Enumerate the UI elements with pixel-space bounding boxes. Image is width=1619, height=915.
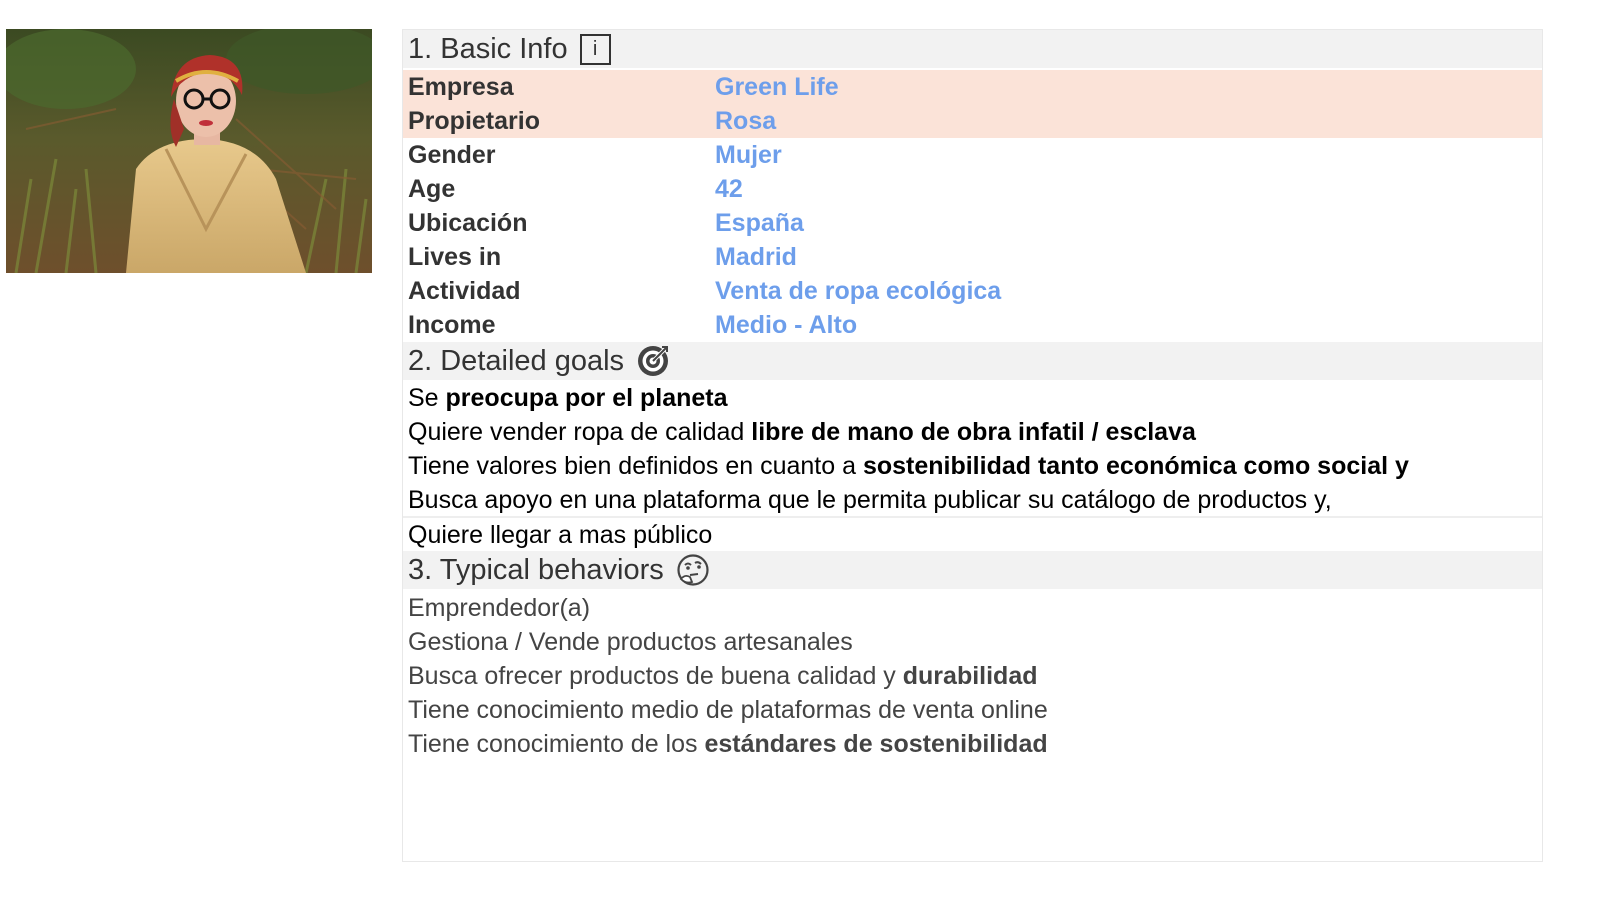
info-row-empresa: Empresa Green Life <box>403 70 1542 104</box>
behavior-line: Gestiona / Vende productos artesanales <box>408 628 853 656</box>
row-value: Venta de ropa ecológica <box>715 277 1002 305</box>
row-value: Madrid <box>715 243 797 271</box>
basic-info-title: 1. Basic Info <box>408 33 568 65</box>
info-row-lives-in: Lives in Madrid <box>403 240 1542 274</box>
target-icon <box>636 344 670 378</box>
info-icon: i <box>579 33 611 65</box>
behaviors-header: 3. Typical behaviors <box>403 551 1542 589</box>
behavior-line: Busca ofrecer productos de buena calidad… <box>408 662 1038 690</box>
row-key: Empresa <box>408 73 514 101</box>
info-row-ubicacion: Ubicación España <box>403 206 1542 240</box>
row-value: Medio - Alto <box>715 311 858 339</box>
row-key: Age <box>408 175 456 203</box>
goal-line: Quiere vender ropa de calidad libre de m… <box>408 418 1196 446</box>
goals-header: 2. Detailed goals <box>403 342 1542 380</box>
thinking-face-icon <box>676 553 710 587</box>
info-row-actividad: Actividad Venta de ropa ecológica <box>403 274 1542 308</box>
behavior-line: Tiene conocimiento medio de plataformas … <box>408 696 1048 724</box>
behaviors-title: 3. Typical behaviors <box>408 554 664 586</box>
row-value: Rosa <box>715 107 777 135</box>
info-row-income: Income Medio - Alto <box>403 308 1542 342</box>
persona-card: 1. Basic Info i Empresa Green Life Propi… <box>402 29 1543 862</box>
row-value: 42 <box>715 175 743 203</box>
persona-photo <box>6 29 372 273</box>
row-key: Lives in <box>408 243 502 271</box>
goal-line: Quiere llegar a mas público <box>408 521 713 549</box>
row-value: Mujer <box>715 141 782 169</box>
info-row-age: Age 42 <box>403 172 1542 206</box>
goals-title: 2. Detailed goals <box>408 345 625 377</box>
row-key: Actividad <box>408 277 521 305</box>
behavior-line: Tiene conocimiento de los estándares de … <box>408 730 1048 758</box>
behavior-line: Emprendedor(a) <box>408 594 591 622</box>
goal-line: Se preocupa por el planeta <box>408 384 728 412</box>
basic-info-header: 1. Basic Info i <box>403 30 1542 68</box>
row-key: Gender <box>408 141 496 169</box>
row-value: España <box>715 209 804 237</box>
row-key: Ubicación <box>408 209 528 237</box>
row-key: Propietario <box>408 107 540 135</box>
info-row-propietario: Propietario Rosa <box>403 104 1542 138</box>
goal-line: Tiene valores bien definidos en cuanto a… <box>408 452 1409 480</box>
row-key: Income <box>408 311 496 339</box>
info-row-gender: Gender Mujer <box>403 138 1542 172</box>
row-value: Green Life <box>715 73 839 101</box>
goal-line: Busca apoyo en una plataforma que le per… <box>408 486 1332 514</box>
